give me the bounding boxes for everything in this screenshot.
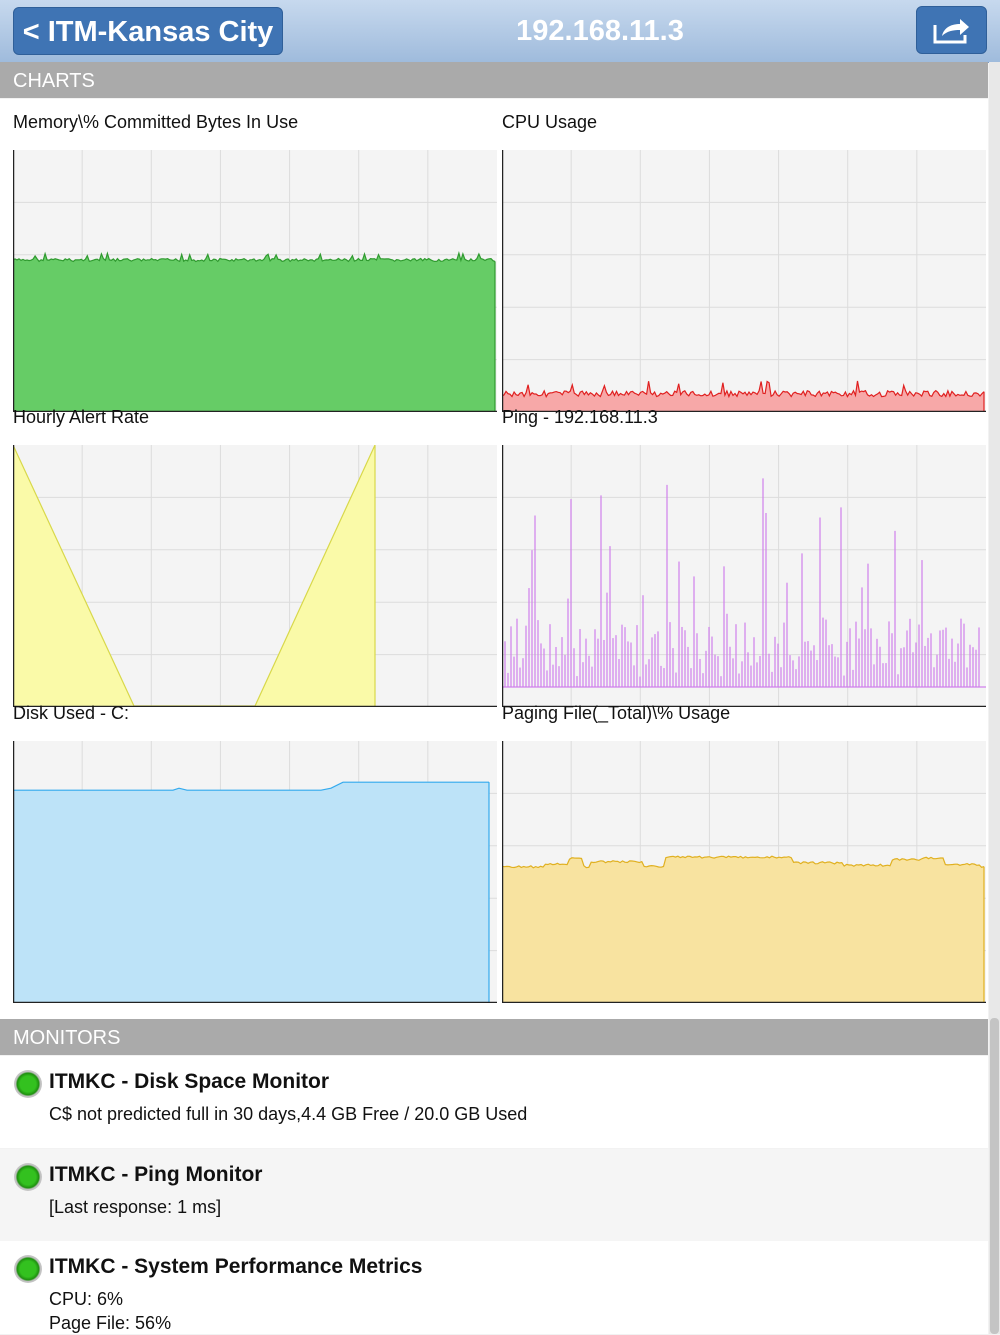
monitor-name: ITMKC - System Performance Metrics bbox=[49, 1255, 423, 1278]
disk-plot bbox=[13, 741, 497, 1003]
memory-plot bbox=[13, 150, 497, 412]
monitor-detail: CPU: 6% Page File: 56% bbox=[49, 1287, 171, 1335]
monitor-detail-line: Page File: 56% bbox=[49, 1313, 172, 1333]
scrollbar-thumb[interactable] bbox=[990, 1018, 999, 1334]
scrollbar[interactable] bbox=[989, 62, 1000, 1334]
disk-series-fill bbox=[13, 782, 489, 1003]
memory-series-fill bbox=[13, 253, 495, 412]
ping-plot bbox=[502, 445, 986, 707]
cpu-plot bbox=[502, 150, 986, 412]
charts-section-header: CHARTS bbox=[0, 62, 988, 98]
page-title: 192.168.11.3 bbox=[516, 15, 684, 47]
charts-panel: Memory\% Committed Bytes In Use CPU Usag… bbox=[0, 99, 988, 1019]
share-button[interactable] bbox=[916, 6, 987, 54]
chart-title: Hourly Alert Rate bbox=[13, 407, 150, 427]
share-icon bbox=[933, 19, 969, 44]
monitor-detail-line: C$ not predicted full in 30 days,4.4 GB … bbox=[49, 1104, 528, 1124]
monitor-detail: [Last response: 1 ms] bbox=[49, 1195, 221, 1219]
plot-background bbox=[502, 150, 986, 412]
back-button[interactable]: < ITM-Kansas City bbox=[13, 7, 283, 55]
status-ok-icon bbox=[14, 1070, 42, 1098]
monitor-name: ITMKC - Disk Space Monitor bbox=[49, 1070, 330, 1093]
monitor-detail: C$ not predicted full in 30 days,4.4 GB … bbox=[49, 1102, 527, 1126]
chart-title: Paging File(_Total)\% Usage bbox=[502, 703, 731, 723]
paging-plot bbox=[502, 741, 986, 1003]
monitor-disk-space[interactable]: ITMKC - Disk Space Monitor C$ not predic… bbox=[0, 1056, 988, 1148]
navigation-bar: < ITM-Kansas City 192.168.11.3 bbox=[0, 0, 1000, 63]
chart-title: Disk Used - C: bbox=[13, 703, 130, 723]
status-ok-icon bbox=[14, 1255, 42, 1283]
monitors-section-header: MONITORS bbox=[0, 1019, 988, 1055]
monitor-detail-line: CPU: 6% bbox=[49, 1289, 124, 1309]
alert-rate-plot bbox=[13, 445, 497, 707]
paging-series-fill bbox=[502, 856, 984, 1003]
monitor-name: ITMKC - Ping Monitor bbox=[49, 1163, 263, 1186]
chart-title: CPU Usage bbox=[502, 112, 598, 132]
monitor-detail-line: [Last response: 1 ms] bbox=[49, 1197, 222, 1217]
chart-title: Ping - 192.168.11.3 bbox=[502, 407, 658, 427]
status-ok-icon bbox=[14, 1163, 42, 1191]
chart-title: Memory\% Committed Bytes In Use bbox=[13, 112, 299, 132]
monitor-ping[interactable]: ITMKC - Ping Monitor [Last response: 1 m… bbox=[0, 1149, 988, 1241]
monitor-system-performance[interactable]: ITMKC - System Performance Metrics CPU: … bbox=[0, 1241, 988, 1334]
